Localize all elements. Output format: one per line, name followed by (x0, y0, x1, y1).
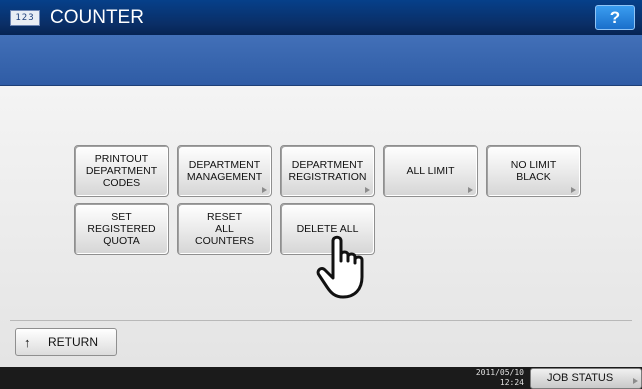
all-limit-button[interactable]: ALL LIMIT (383, 145, 478, 197)
submenu-arrow-icon (633, 378, 638, 384)
submenu-arrow-icon (468, 187, 473, 193)
button-label: SET REGISTERED QUOTA (87, 211, 156, 247)
page-title: COUNTER (50, 7, 144, 28)
reset-all-counters-button[interactable]: RESET ALL COUNTERS (177, 203, 272, 255)
button-label: RESET ALL COUNTERS (195, 211, 254, 247)
button-label: DEPARTMENT MANAGEMENT (186, 159, 263, 183)
time-text: 12:24 (499, 378, 524, 387)
printout-department-codes-button[interactable]: PRINTOUT DEPARTMENT CODES (74, 145, 169, 197)
no-limit-black-button[interactable]: NO LIMIT BLACK (486, 145, 581, 197)
button-label: PRINTOUT DEPARTMENT CODES (85, 153, 158, 189)
return-label: RETURN (48, 335, 98, 349)
department-registration-button[interactable]: DEPARTMENT REGISTRATION (280, 145, 375, 197)
help-button[interactable]: ? (595, 5, 635, 30)
return-arrow-icon: ↑ (24, 334, 31, 350)
job-status-button[interactable]: JOB STATUS (530, 368, 642, 389)
button-label: NO LIMIT BLACK (510, 159, 557, 183)
counter-icon: 123 (10, 10, 40, 26)
hand-pointer-icon (316, 235, 364, 299)
date-time: 2011/05/10 12:24 (466, 368, 524, 388)
return-button[interactable]: ↑ RETURN (15, 328, 117, 356)
job-status-label: JOB STATUS (547, 372, 614, 384)
button-label: ALL LIMIT (406, 165, 455, 177)
message-bar (0, 35, 642, 86)
set-registered-quota-button[interactable]: SET REGISTERED QUOTA (74, 203, 169, 255)
submenu-arrow-icon (571, 187, 576, 193)
submenu-arrow-icon (262, 187, 267, 193)
submenu-arrow-icon (365, 187, 370, 193)
date-text: 2011/05/10 (475, 368, 524, 377)
department-management-button[interactable]: DEPARTMENT MANAGEMENT (177, 145, 272, 197)
button-label: DEPARTMENT REGISTRATION (288, 159, 367, 183)
divider (10, 320, 632, 321)
